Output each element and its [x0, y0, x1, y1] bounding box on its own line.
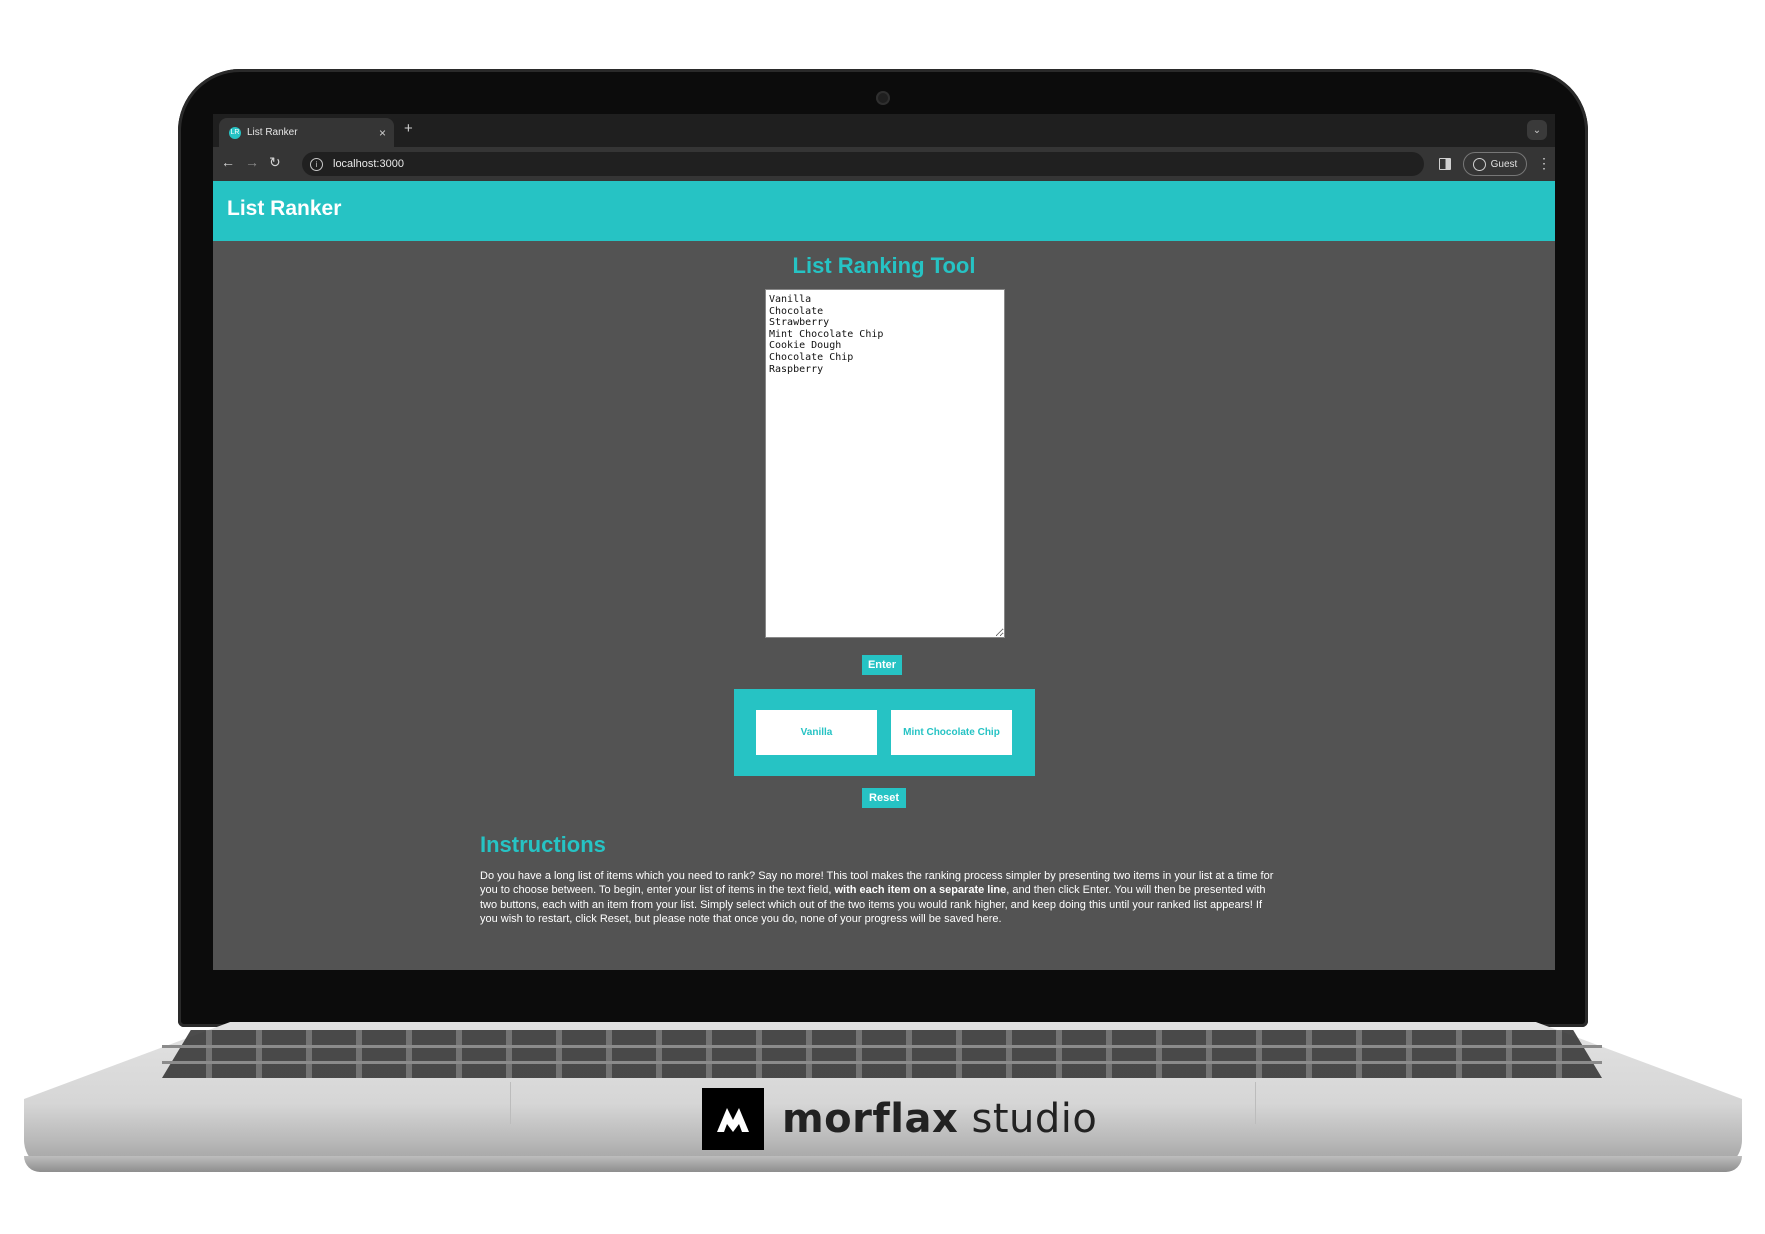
tab-search-icon[interactable]: ⌄ [1527, 120, 1547, 140]
enter-button[interactable]: Enter [862, 655, 902, 675]
app-header: List Ranker [213, 181, 1555, 241]
reset-button[interactable]: Reset [862, 788, 906, 808]
back-arrow-icon[interactable]: ← [221, 154, 235, 170]
instructions-heading: Instructions [480, 832, 606, 857]
watermark-text: morflax studio [782, 1096, 1098, 1142]
page-title: List Ranking Tool [792, 253, 976, 278]
choice-right-button[interactable]: Mint Chocolate Chip [891, 710, 1012, 755]
tab-close-icon[interactable]: × [379, 126, 386, 140]
profile-button[interactable]: Guest [1463, 152, 1527, 176]
morflax-logo-icon [702, 1088, 764, 1150]
laptop-base-edge [24, 1156, 1742, 1172]
browser-toolbar: ← → ↻ i localhost:3000 Guest ⋮ [213, 147, 1555, 181]
browser-tab-strip: LR List Ranker × + ⌄ [213, 114, 1555, 147]
address-bar[interactable]: i localhost:3000 [302, 152, 1424, 176]
side-panel-icon[interactable] [1439, 158, 1451, 170]
screen: LR List Ranker × + ⌄ ← → ↻ i localhost:3… [213, 114, 1555, 970]
comparison-panel: Vanilla Mint Chocolate Chip [734, 689, 1035, 776]
choice-left-button[interactable]: Vanilla [756, 710, 877, 755]
webcam [876, 91, 890, 105]
forward-arrow-icon[interactable]: → [245, 154, 259, 170]
watermark-brand: morflax studio [702, 1088, 1097, 1150]
app-title: List Ranker [227, 197, 342, 220]
reload-icon[interactable]: ↻ [269, 154, 281, 171]
keyboard-row-divider [162, 1045, 1602, 1048]
site-info-icon[interactable]: i [310, 157, 323, 171]
browser-tab[interactable]: LR List Ranker × [219, 118, 394, 147]
instructions-text: Do you have a long list of items which y… [480, 870, 1274, 926]
profile-label: Guest [1490, 158, 1518, 170]
instructions-bold-text: with each item on a separate line [834, 884, 1007, 897]
more-menu-icon[interactable]: ⋮ [1537, 155, 1551, 172]
keyboard-row-divider [162, 1061, 1602, 1064]
favicon-icon: LR [229, 126, 241, 139]
url-text: localhost:3000 [333, 158, 404, 170]
profile-icon [1472, 157, 1486, 171]
list-items-input[interactable]: Vanilla Chocolate Strawberry Mint Chocol… [765, 289, 1005, 638]
keyboard [162, 1030, 1602, 1078]
new-tab-button[interactable]: + [404, 120, 413, 137]
tab-title: List Ranker [247, 127, 298, 138]
